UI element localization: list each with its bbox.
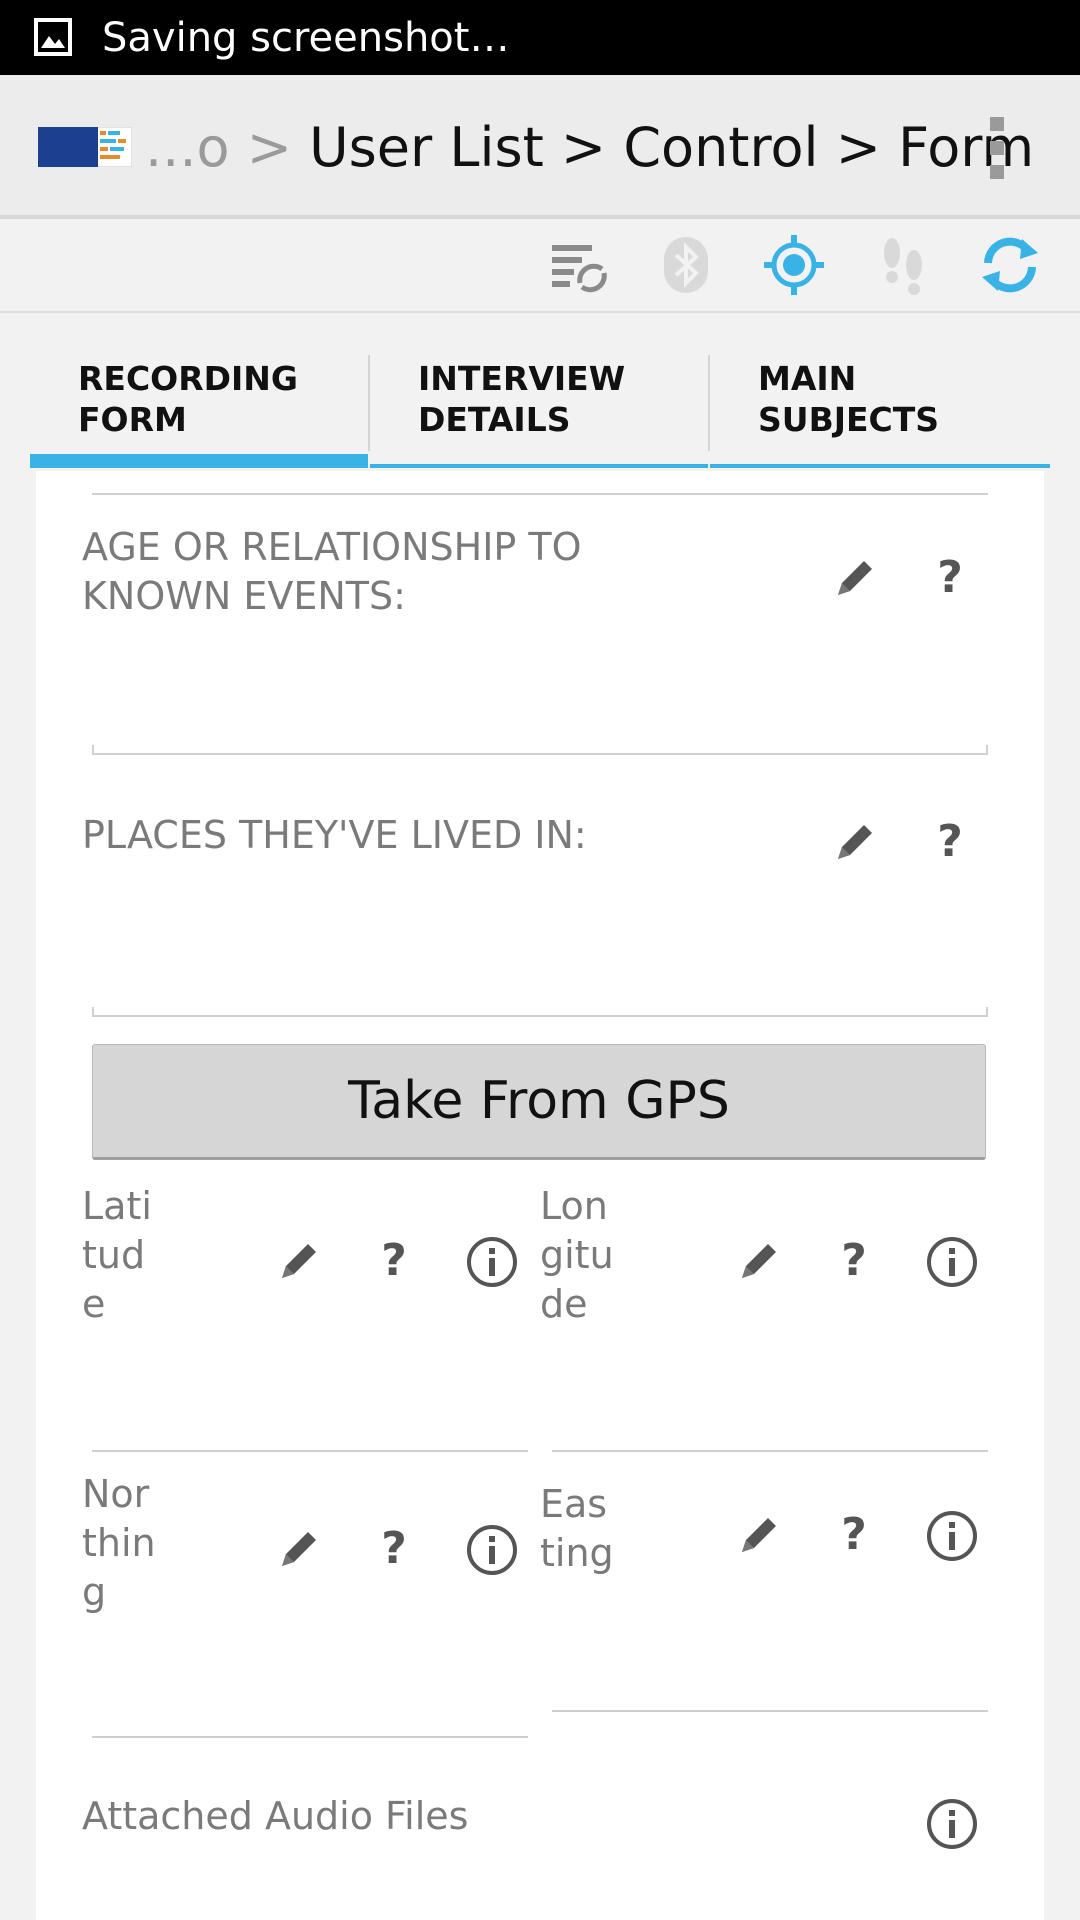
status-bar: Saving screenshot…	[0, 0, 1080, 75]
take-from-gps-button[interactable]: Take From GPS	[92, 1044, 986, 1160]
attached-audio-label: Attached Audio Files	[82, 1794, 469, 1838]
places-lived-input[interactable]	[92, 1015, 988, 1017]
northing-label: Nor thin g	[82, 1472, 156, 1614]
status-text: Saving screenshot…	[102, 15, 510, 61]
breadcrumb-prefix: ...o >	[145, 116, 292, 179]
help-icon[interactable]: ?	[374, 1524, 414, 1574]
bluetooth-icon[interactable]	[654, 233, 718, 297]
latitude-label: Lati tud e	[82, 1184, 152, 1326]
tab-interview-details[interactable]: INTERVIEW DETAILS	[370, 358, 708, 468]
pencil-icon[interactable]	[734, 1236, 784, 1286]
help-icon[interactable]: ?	[374, 1236, 414, 1286]
tracker-footsteps-icon[interactable]	[870, 233, 934, 297]
age-relationship-label: AGE OR RELATIONSHIP TO KNOWN EVENTS:	[82, 525, 582, 618]
info-icon[interactable]	[466, 1524, 518, 1576]
help-icon[interactable]: ?	[930, 553, 970, 603]
action-bar: ...o > User List > Control > Form	[0, 75, 1080, 219]
pencil-icon[interactable]	[734, 1510, 784, 1560]
pencil-icon[interactable]	[830, 553, 880, 603]
sync-settings-icon[interactable]	[546, 233, 610, 297]
info-icon[interactable]	[926, 1236, 978, 1288]
tab-label: MAIN	[758, 359, 857, 398]
places-lived-label: PLACES THEY'VE LIVED IN:	[82, 813, 587, 857]
tab-label: SUBJECTS	[758, 400, 940, 439]
easting-label: Eas ting	[540, 1482, 614, 1575]
pencil-icon[interactable]	[274, 1236, 324, 1286]
info-icon[interactable]	[466, 1236, 518, 1288]
tab-label: RECORDING	[78, 359, 299, 398]
refresh-icon[interactable]	[978, 233, 1042, 297]
text-field-underline[interactable]	[92, 493, 988, 495]
tab-bar: RECORDING FORM INTERVIEW DETAILS MAIN SUBJE…	[0, 313, 1080, 471]
tab-label: INTERVIEW	[418, 359, 626, 398]
tab-recording-form[interactable]: RECORDING FORM	[30, 358, 368, 468]
screenshot-icon	[34, 18, 72, 56]
page-title: User List > Control > Form	[309, 116, 1035, 179]
gps-icon[interactable]	[762, 233, 826, 297]
latitude-input[interactable]	[92, 1450, 528, 1452]
help-icon[interactable]: ?	[930, 817, 970, 867]
toolbar	[0, 219, 1080, 313]
longitude-label: Lon gitu de	[540, 1184, 614, 1326]
age-relationship-input[interactable]	[92, 753, 988, 755]
info-icon[interactable]	[926, 1510, 978, 1562]
faims-logo[interactable]	[38, 127, 132, 167]
breadcrumb[interactable]: ...o > User List > Control > Form	[145, 115, 1034, 181]
tab-label: FORM	[78, 400, 187, 439]
easting-input[interactable]	[552, 1710, 988, 1712]
tab-label: DETAILS	[418, 400, 571, 439]
overflow-menu-icon[interactable]	[988, 117, 1006, 179]
info-icon[interactable]	[926, 1798, 978, 1850]
northing-input[interactable]	[92, 1736, 528, 1738]
pencil-icon[interactable]	[830, 817, 880, 867]
help-icon[interactable]: ?	[834, 1510, 874, 1560]
longitude-input[interactable]	[552, 1450, 988, 1452]
help-icon[interactable]: ?	[834, 1236, 874, 1286]
pencil-icon[interactable]	[274, 1524, 324, 1574]
tab-main-subjects[interactable]: MAIN SUBJECTS	[710, 358, 1050, 468]
